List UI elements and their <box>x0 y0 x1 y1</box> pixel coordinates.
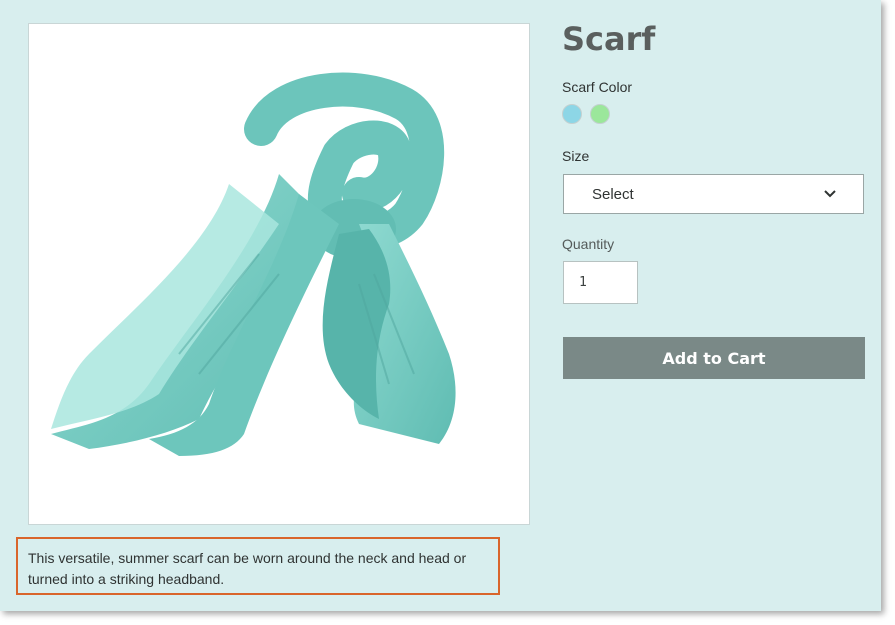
color-label: Scarf Color <box>562 79 633 95</box>
quantity-label: Quantity <box>562 236 615 252</box>
size-label: Size <box>562 148 590 164</box>
product-image <box>28 23 530 525</box>
chevron-down-icon <box>823 187 837 206</box>
color-swatch-light-green[interactable] <box>590 104 610 124</box>
size-select[interactable]: Select <box>563 174 864 214</box>
product-title: Scarf <box>562 20 656 58</box>
add-to-cart-button[interactable]: Add to Cart <box>563 337 865 379</box>
size-select-value: Select <box>592 186 634 203</box>
quantity-input[interactable] <box>563 261 638 304</box>
product-page: Scarf Scarf Color Size Select Quantity A… <box>0 0 881 611</box>
color-swatches <box>562 104 610 124</box>
color-swatch-light-blue[interactable] <box>562 104 582 124</box>
scarf-image <box>51 72 456 456</box>
product-description: This versatile, summer scarf can be worn… <box>16 537 500 595</box>
